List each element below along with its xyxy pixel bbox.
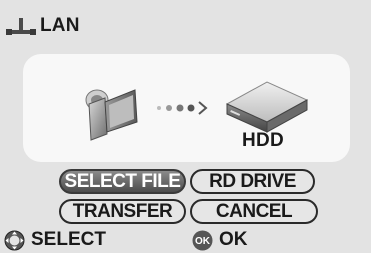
select-file-button[interactable]: SELECT FILE [59, 169, 186, 194]
rd-drive-button[interactable]: RD DRIVE [190, 169, 315, 194]
transfer-diagram-panel: HDD [23, 54, 350, 162]
select-hint-label: SELECT [31, 229, 106, 250]
hdd-icon [225, 81, 309, 133]
ok-icon-text: OK [195, 236, 211, 247]
dotted-arrow-icon [157, 101, 208, 115]
ok-hint-label: OK [219, 229, 248, 250]
hdd-label: HDD [242, 130, 285, 151]
direction-pad-icon [4, 230, 25, 250]
ok-button-icon: OK [192, 230, 213, 250]
footer-select-hint: SELECT [4, 229, 106, 251]
cancel-button[interactable]: CANCEL [190, 199, 318, 224]
transfer-button[interactable]: TRANSFER [59, 199, 186, 224]
video-camera-icon [85, 89, 138, 141]
page-title: LAN [40, 15, 80, 36]
title-bar: LAN [6, 14, 80, 38]
lan-transfer-screen: LAN HDD SELECT FILE RD DRIVE TRANSFER CA… [0, 0, 371, 253]
lan-icon [6, 18, 36, 35]
footer-ok-hint: OK OK [192, 229, 248, 251]
